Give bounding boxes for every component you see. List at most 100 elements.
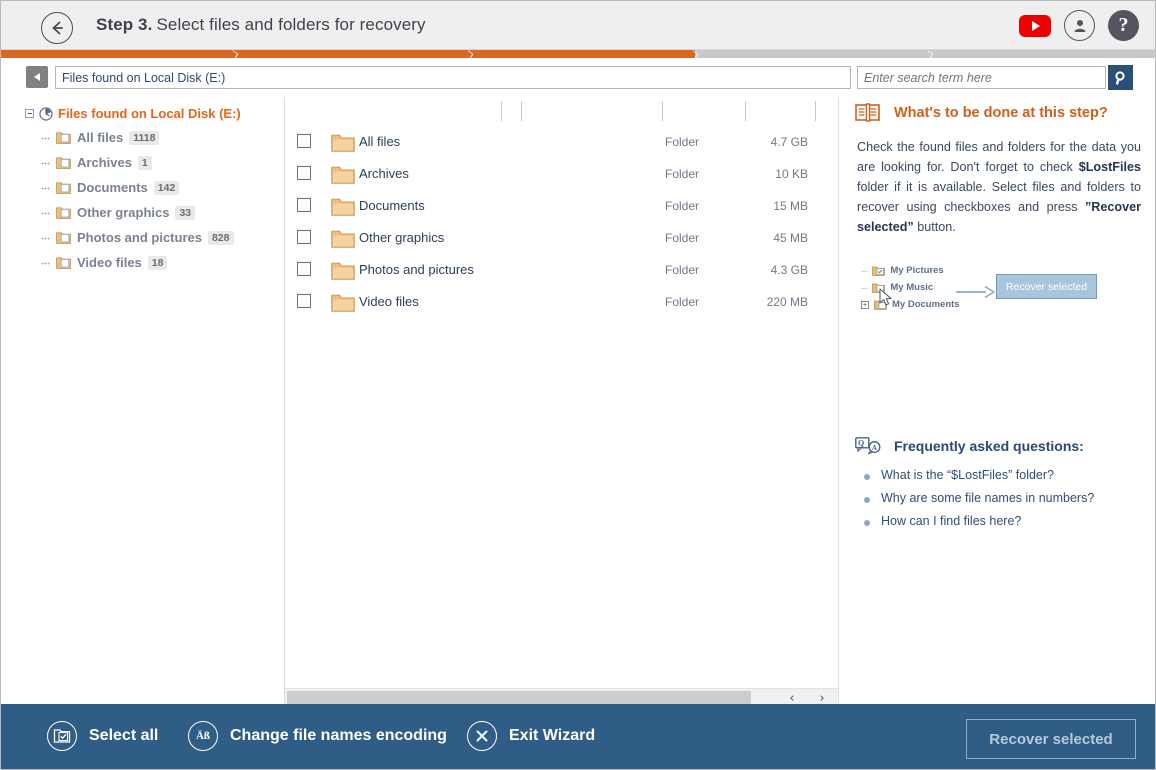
row-size: 45 MB [773, 231, 808, 245]
help-text-bold-1: $LostFiles [1078, 160, 1141, 174]
help-icon[interactable]: ? [1108, 10, 1139, 41]
tree-item-video-files[interactable]: Video files 18 [41, 255, 168, 270]
row-checkbox[interactable] [297, 166, 311, 180]
faq-link[interactable]: Why are some file names in numbers? [881, 491, 1094, 505]
tree-connector [41, 183, 50, 192]
faq-link[interactable]: How can I find files here? [881, 514, 1021, 528]
person-glyph-icon [1074, 19, 1085, 32]
svg-text:Q: Q [858, 438, 864, 447]
exit-wizard-button[interactable]: Exit Wizard [467, 721, 595, 751]
help-panel-header: What's to be done at this step? [855, 103, 1108, 123]
encoding-glyph: Äß [195, 730, 211, 742]
encoding-icon: Äß [188, 721, 218, 751]
scrollbar-thumb[interactable] [287, 691, 751, 705]
back-button[interactable] [41, 12, 73, 44]
checked-folder-glyph-icon [53, 729, 71, 743]
column-separator[interactable] [662, 101, 663, 121]
table-row[interactable]: Other graphics Folder 45 MB [285, 222, 838, 254]
tree-connector [41, 258, 50, 267]
illustration-label: My Documents [892, 299, 960, 310]
row-checkbox[interactable] [297, 134, 311, 148]
progress-fill [1, 50, 695, 58]
row-checkbox[interactable] [297, 198, 311, 212]
progress-divider [466, 50, 473, 58]
row-checkbox[interactable] [297, 294, 311, 308]
row-checkbox[interactable] [297, 230, 311, 244]
column-separator[interactable] [815, 101, 816, 121]
row-type: Folder [665, 295, 700, 309]
column-separator[interactable] [745, 101, 746, 121]
table-row[interactable]: All files Folder 4.7 GB [285, 126, 838, 158]
faq-link[interactable]: What is the “$LostFiles” folder? [881, 468, 1054, 482]
help-panel: What's to be done at this step? Check th… [839, 97, 1155, 706]
folder-icon [331, 294, 355, 312]
row-size: 15 MB [773, 199, 808, 213]
question-answer-icon: Q A [855, 437, 881, 455]
table-row[interactable]: Documents Folder 15 MB [285, 190, 838, 222]
illustration-recover-button[interactable]: Recover selected [996, 274, 1097, 299]
tree-item-all-files[interactable]: All files 1118 [41, 130, 160, 145]
search-button[interactable] [1108, 65, 1133, 90]
column-separator[interactable] [501, 101, 502, 121]
tree-item-other-graphics[interactable]: Other graphics 33 [41, 205, 196, 220]
column-separator[interactable] [521, 101, 522, 121]
folder-icon [331, 198, 355, 216]
progress-divider [926, 50, 933, 58]
step-number: Step 3. [96, 15, 153, 34]
tree-item-label: All files [77, 130, 124, 145]
youtube-icon[interactable] [1019, 14, 1051, 37]
row-type: Folder [665, 135, 700, 149]
illustration-item: ─ My Pictures [861, 265, 944, 276]
faq-bullet [864, 520, 870, 526]
row-size: 4.7 GB [770, 135, 808, 149]
row-checkbox[interactable] [297, 262, 311, 276]
user-account-icon[interactable] [1064, 10, 1095, 41]
progress-divider [691, 50, 698, 58]
svg-text:A: A [872, 444, 877, 452]
row-size: 4.3 GB [770, 263, 808, 277]
illustration-item: + My Documents [861, 299, 960, 310]
tree-item-photos-and-pictures[interactable]: Photos and pictures 828 [41, 230, 234, 245]
file-list-header [285, 97, 838, 123]
row-name: Photos and pictures [359, 262, 474, 277]
row-name: Archives [359, 166, 409, 181]
tree-item-label: Other graphics [77, 205, 170, 220]
tree-item-count: 142 [153, 180, 180, 195]
tree-item-archives[interactable]: Archives 1 [41, 155, 152, 170]
search-input[interactable] [857, 66, 1106, 89]
row-name: Documents [359, 198, 425, 213]
main-content: Files found on Local Disk (E:) All files… [1, 97, 1155, 706]
select-all-icon [47, 721, 77, 751]
row-type: Folder [665, 199, 700, 213]
table-row[interactable]: Video files Folder 220 MB [285, 286, 838, 318]
close-x-icon [467, 721, 497, 751]
change-encoding-button[interactable]: Äß Change file names encoding [188, 721, 447, 751]
recover-selected-button[interactable]: Recover selected [966, 719, 1136, 759]
tree-item-count: 828 [207, 230, 234, 245]
exit-wizard-label: Exit Wizard [509, 727, 596, 744]
table-row[interactable]: Archives Folder 10 KB [285, 158, 838, 190]
scan-clock-icon [39, 106, 53, 121]
tree-connector [41, 233, 50, 242]
folder-icon [331, 262, 355, 280]
row-size: 220 MB [766, 295, 808, 309]
tree-item-documents[interactable]: Documents 142 [41, 180, 180, 195]
nav-back-button[interactable] [26, 66, 48, 88]
tree-item-count: 18 [147, 255, 168, 270]
folder-icon [56, 157, 71, 169]
select-all-label: Select all [89, 727, 159, 744]
tree-root-item[interactable]: Files found on Local Disk (E:) [25, 106, 241, 121]
select-all-button[interactable]: Select all [47, 721, 158, 751]
table-row[interactable]: Photos and pictures Folder 4.3 GB [285, 254, 838, 286]
search-icon [1114, 70, 1125, 85]
tree-item-label: Video files [77, 255, 142, 270]
file-list: All files Folder 4.7 GB Archives Folder 10 KB… [285, 97, 838, 706]
folder-icon [56, 207, 71, 219]
path-input[interactable] [55, 66, 851, 89]
tree-connector [41, 133, 50, 142]
tree-root-label: Files found on Local Disk (E:) [58, 106, 241, 121]
right-arrow-icon [956, 285, 995, 299]
step-title-text: Select files and folders for recovery [156, 15, 426, 34]
folder-icon [56, 182, 71, 194]
tree-expander-icon[interactable] [25, 109, 34, 118]
